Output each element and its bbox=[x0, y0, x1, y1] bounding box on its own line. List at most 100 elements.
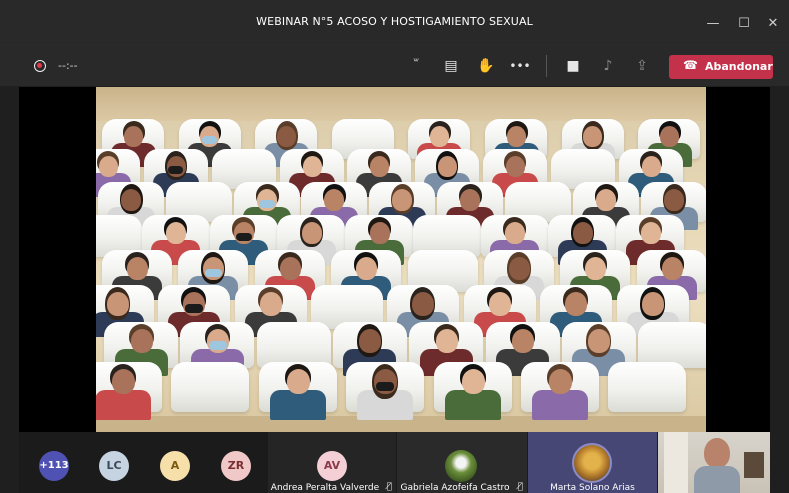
participant-tile[interactable]: Gabriela Azofeifa Castro 🎙̸ bbox=[397, 432, 527, 493]
participant-face bbox=[279, 257, 301, 280]
minimize-button[interactable]: — bbox=[702, 14, 724, 34]
participant-tile-speaking[interactable]: Marta Solano Arias bbox=[528, 432, 657, 493]
participant-face bbox=[509, 257, 531, 280]
participant-face bbox=[549, 369, 573, 394]
mic-off-icon: 🎙̸ bbox=[517, 482, 523, 492]
close-button[interactable]: ✕ bbox=[762, 14, 784, 34]
participant-face bbox=[512, 329, 535, 353]
participant-body bbox=[96, 390, 151, 420]
seated-participant-video bbox=[444, 364, 501, 420]
seated-participant-video bbox=[532, 364, 589, 420]
participant-face bbox=[112, 369, 135, 394]
seated-participant-video bbox=[96, 364, 151, 420]
participant-tile[interactable]: AV Andrea Peralta Valverde 🎙̸ bbox=[268, 432, 396, 493]
meeting-timer: --:-- bbox=[58, 59, 78, 72]
participant-face bbox=[588, 329, 611, 353]
auditorium-back-wall bbox=[96, 87, 706, 121]
self-view-body bbox=[694, 466, 740, 493]
participant-avatar: AV bbox=[317, 451, 347, 481]
face-mask bbox=[208, 341, 227, 350]
participant-name: Andrea Peralta Valverde bbox=[270, 483, 380, 493]
maximize-button[interactable]: ☐ bbox=[733, 14, 755, 34]
participant-face bbox=[166, 222, 187, 244]
participant-face bbox=[505, 222, 526, 244]
participant-photo-avatar bbox=[445, 450, 477, 482]
participant-face bbox=[583, 126, 603, 147]
participant-face bbox=[370, 156, 390, 177]
meeting-title: WEBINAR N°5 ACOSO Y HOSTIGAMIENTO SEXUAL bbox=[256, 15, 533, 28]
participant-face bbox=[356, 257, 378, 280]
seated-participant-video bbox=[269, 364, 326, 420]
toolbar-divider bbox=[546, 55, 547, 77]
participant-face bbox=[488, 292, 511, 316]
more-icon[interactable]: ••• bbox=[509, 56, 531, 76]
participant-face bbox=[661, 257, 683, 280]
participant-face bbox=[121, 189, 141, 211]
participants-icon[interactable]: ꙻ bbox=[405, 56, 427, 76]
participant-avatar[interactable]: ZR bbox=[221, 451, 251, 481]
chat-icon[interactable]: ▤ bbox=[440, 56, 462, 76]
title-bar: WEBINAR N°5 ACOSO Y HOSTIGAMIENTO SEXUAL… bbox=[0, 0, 789, 46]
participant-face bbox=[286, 369, 310, 394]
recording-indicator-icon bbox=[34, 60, 46, 72]
participant-face bbox=[412, 292, 435, 316]
more-participants-badge[interactable]: +113 bbox=[39, 451, 69, 481]
self-view-frame bbox=[744, 452, 764, 478]
participant-face bbox=[107, 292, 129, 316]
hang-up-icon: ☎ bbox=[683, 58, 698, 72]
participant-face bbox=[99, 156, 118, 177]
participant-face bbox=[276, 126, 296, 147]
auditorium-seat bbox=[608, 362, 687, 412]
camera-icon[interactable]: ■ bbox=[562, 56, 584, 76]
participant-face bbox=[641, 156, 661, 177]
leave-button[interactable]: ☎ Abandonar bbox=[669, 55, 773, 79]
auditorium-seat bbox=[171, 362, 250, 412]
share-icon[interactable]: ⇪ bbox=[631, 56, 653, 76]
participant-face bbox=[324, 189, 345, 211]
participant-avatar[interactable]: LC bbox=[99, 451, 129, 481]
participant-face bbox=[659, 126, 679, 147]
participant-face bbox=[301, 222, 322, 244]
leave-button-label: Abandonar bbox=[705, 60, 773, 73]
mic-off-icon: 🎙̸ bbox=[386, 482, 392, 492]
participant-face bbox=[123, 126, 143, 147]
seated-participant-video bbox=[357, 364, 414, 420]
face-mask bbox=[167, 166, 183, 174]
face-mask bbox=[185, 304, 204, 313]
participant-face bbox=[461, 369, 485, 394]
participant-name: Marta Solano Arias bbox=[550, 483, 635, 493]
participant-face bbox=[127, 257, 148, 280]
participant-face bbox=[506, 156, 526, 177]
participant-face bbox=[359, 329, 382, 353]
participant-face bbox=[460, 189, 481, 211]
participant-body bbox=[444, 390, 501, 420]
participant-body bbox=[532, 390, 589, 420]
face-mask bbox=[202, 136, 218, 144]
participant-face bbox=[506, 126, 526, 147]
teams-meeting-window: WEBINAR N°5 ACOSO Y HOSTIGAMIENTO SEXUAL… bbox=[0, 0, 789, 493]
self-view-video[interactable] bbox=[658, 432, 770, 493]
participant-face bbox=[438, 156, 458, 177]
face-mask bbox=[205, 269, 223, 277]
participant-face bbox=[259, 292, 282, 316]
participant-face bbox=[595, 189, 616, 211]
face-mask bbox=[258, 200, 275, 208]
participant-face bbox=[429, 126, 449, 147]
participant-avatar[interactable]: A bbox=[160, 451, 190, 481]
participant-body bbox=[269, 390, 326, 420]
participant-name: Gabriela Azofeifa Castro bbox=[400, 483, 510, 493]
participant-face bbox=[641, 292, 664, 316]
face-mask bbox=[376, 382, 395, 391]
self-view-door bbox=[664, 432, 688, 493]
participant-face bbox=[585, 257, 607, 280]
participant-face bbox=[130, 329, 153, 353]
meeting-toolbar: --:-- ꙻ ▤ ✋ ••• ■ ♪ ⇪ ☎ Abandonar bbox=[0, 46, 789, 86]
participant-face bbox=[572, 222, 593, 244]
raise-hand-icon[interactable]: ✋ bbox=[475, 56, 497, 76]
together-mode-auditorium bbox=[96, 87, 706, 432]
participant-face bbox=[302, 156, 322, 177]
participant-photo-avatar bbox=[572, 443, 612, 483]
mic-icon[interactable]: ♪ bbox=[597, 56, 619, 76]
face-mask bbox=[236, 233, 253, 241]
participant-face bbox=[565, 292, 588, 316]
